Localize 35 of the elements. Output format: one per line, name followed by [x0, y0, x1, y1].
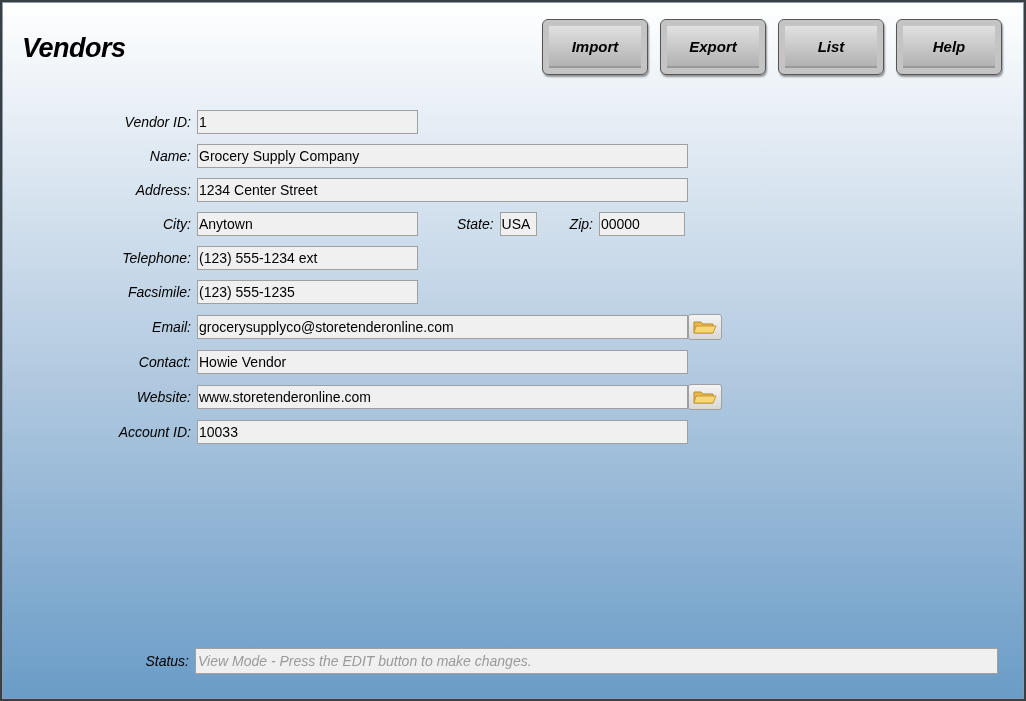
- toolbar-button[interactable]: List: [778, 19, 884, 75]
- field-label: Account ID:: [117, 422, 192, 442]
- input-field[interactable]: 00000: [598, 212, 685, 236]
- input-field[interactable]: Howie Vendor: [197, 350, 688, 374]
- input-field[interactable]: 1234 Center Street: [197, 178, 688, 202]
- input-field[interactable]: 10033: [197, 420, 688, 444]
- input-field[interactable]: Grocery Supply Company: [197, 144, 688, 168]
- input-field[interactable]: (123) 555-1234 ext: [197, 246, 418, 270]
- field-label: Contact:: [137, 352, 192, 372]
- input-field[interactable]: grocerysupplyco@storetenderonline.com: [197, 315, 688, 339]
- field-label: State:: [457, 214, 495, 234]
- field-label: Zip:: [569, 214, 594, 234]
- toolbar-button[interactable]: Import: [542, 19, 648, 75]
- input-field[interactable]: 1: [197, 110, 418, 134]
- input-field[interactable]: USA: [499, 212, 537, 236]
- field-label: Name:: [148, 146, 192, 166]
- window-title: Vendors: [22, 32, 126, 65]
- input-field[interactable]: Anytown: [197, 212, 418, 236]
- field-label: Address:: [134, 180, 192, 200]
- folder-icon: [693, 390, 717, 404]
- field-label: City:: [162, 214, 192, 234]
- field-label: Website:: [135, 387, 192, 407]
- field-label: Email:: [151, 317, 192, 337]
- field-label: Telephone:: [121, 248, 192, 268]
- toolbar-button[interactable]: Export: [660, 19, 766, 75]
- field-label: Vendor ID:: [123, 112, 192, 132]
- folder-icon: [693, 320, 717, 334]
- field-label: Status:: [144, 651, 190, 671]
- status-field[interactable]: View Mode - Press the EDIT button to make changes.: [195, 648, 998, 674]
- browse-button[interactable]: [688, 384, 722, 410]
- input-field[interactable]: (123) 555-1235: [197, 280, 418, 304]
- input-field[interactable]: www.storetenderonline.com: [197, 385, 688, 409]
- toolbar-button[interactable]: Help: [896, 19, 1002, 75]
- browse-button[interactable]: [688, 314, 722, 340]
- field-label: Facsimile:: [127, 282, 192, 302]
